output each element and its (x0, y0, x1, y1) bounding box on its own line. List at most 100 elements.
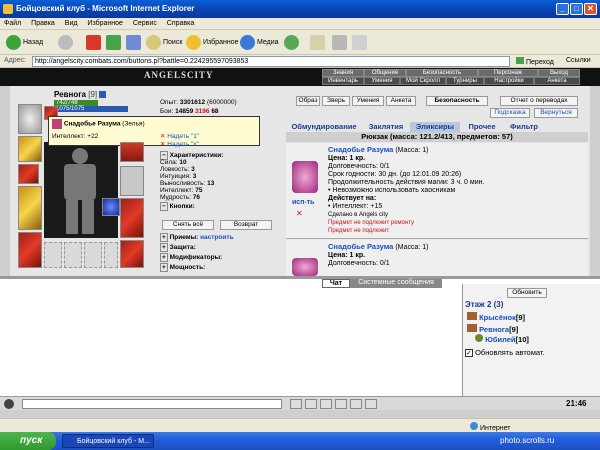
nav-security[interactable]: Безопасность (406, 69, 478, 77)
translit-icon[interactable] (320, 399, 332, 409)
user-row[interactable]: Крысёнок[9] (467, 312, 525, 322)
helmet-slot[interactable] (18, 104, 42, 134)
belt-slot-3[interactable] (84, 242, 102, 268)
nav-communication[interactable]: Общение (364, 69, 406, 77)
favorites-button[interactable]: Избранное (186, 34, 238, 51)
taskbar-item-browser[interactable]: Бойцовский клуб - M... (62, 434, 154, 448)
skills-button[interactable]: Умения (352, 96, 384, 106)
tab-filter[interactable]: Фильтр (504, 122, 544, 132)
tab-system-messages[interactable]: Системные сообщения (350, 279, 442, 288)
menu-favorites[interactable]: Избранное (87, 20, 122, 27)
tab-equipment[interactable]: Обмундирование (286, 122, 362, 132)
menu-file[interactable]: Файл (4, 20, 21, 27)
tricks-row[interactable]: + Приемы: настроить (160, 233, 234, 242)
history-icon (284, 35, 299, 50)
transfers-report-button[interactable]: Отчет о переводах (500, 96, 578, 106)
equip-set-2[interactable]: ✕ Надеть "х" (160, 140, 284, 148)
character-name[interactable]: Ревнога (54, 90, 86, 99)
item-details: Снадобье Разума (Масса: 1) Цена: 1 кр. Д… (328, 242, 429, 268)
hint-button[interactable]: Подсказка (490, 108, 530, 118)
media-button[interactable]: Медиа (240, 34, 279, 51)
tab-elixirs[interactable]: Эликсиры (410, 122, 460, 132)
gloves-slot[interactable] (120, 142, 144, 162)
home-button[interactable] (126, 34, 141, 51)
armor-slot[interactable] (18, 232, 42, 268)
nav-profile[interactable]: Анкета (534, 77, 580, 85)
shield-slot[interactable] (120, 166, 144, 196)
user-row[interactable]: Ревнога[9] (467, 324, 518, 334)
use-link[interactable]: исп-ть (292, 199, 315, 206)
mail-button[interactable] (310, 34, 325, 51)
menu-tools[interactable]: Сервис (133, 20, 157, 27)
character-silhouette (44, 142, 118, 238)
address-input[interactable]: http://angelscity.combats.com/buttons.pl… (32, 56, 510, 67)
image-button[interactable]: Образ (296, 96, 320, 106)
menu-view[interactable]: Вид (65, 20, 78, 27)
refresh-button[interactable] (106, 34, 121, 51)
protection-row[interactable]: + Защита: (160, 243, 196, 252)
belt-slot-4[interactable] (104, 242, 118, 268)
history-button[interactable] (284, 34, 299, 51)
modifiers-row[interactable]: + Модификаторы: (160, 253, 222, 262)
refresh-list-button[interactable]: Обновить (507, 288, 547, 298)
smile-icon[interactable] (290, 399, 302, 409)
ring-slot[interactable] (102, 198, 120, 216)
buttons-header[interactable]: − Кнопки: (160, 202, 284, 211)
auto-refresh-checkbox[interactable]: ✓ Обновлять автомат. (465, 348, 545, 357)
user-row[interactable]: Юбилей[10] (475, 334, 529, 344)
pants-slot[interactable] (120, 198, 144, 238)
menu-help[interactable]: Справка (167, 20, 194, 27)
info-icon[interactable] (99, 91, 107, 99)
nav-inventory[interactable]: Инвентарь (322, 77, 364, 85)
forward-button[interactable] (58, 34, 73, 51)
stats-header[interactable]: − Характеристики: (160, 151, 284, 160)
nav-scroll[interactable]: Мой Скролл (400, 77, 446, 85)
delete-icon[interactable]: ✕ (296, 209, 303, 218)
nav-character[interactable]: Персонаж (478, 69, 538, 77)
undress-all-button[interactable]: Снять всё (162, 220, 214, 230)
security-button[interactable]: Безопасность (426, 96, 488, 106)
weapon-slot[interactable] (18, 186, 42, 230)
chat-mode-icon[interactable] (4, 399, 14, 409)
go-button[interactable]: Переход (516, 57, 554, 66)
filter-icon[interactable] (335, 399, 347, 409)
close-button[interactable]: ✕ (584, 3, 597, 15)
nav-tournaments[interactable]: Турниры (446, 77, 484, 85)
item-name[interactable]: Снадобье Разума (328, 242, 393, 251)
maximize-button[interactable]: □ (570, 3, 583, 15)
back-link-button[interactable]: Вернуться (534, 108, 578, 118)
nav-settings[interactable]: Настройки (484, 77, 534, 85)
sound-icon[interactable] (350, 399, 362, 409)
print-button[interactable] (332, 34, 347, 51)
belt-slot-1[interactable] (44, 242, 62, 268)
chat-input[interactable] (22, 399, 282, 409)
equip-set-1[interactable]: ✕ Надеть "1" (160, 132, 284, 140)
boots-slot[interactable] (120, 240, 144, 268)
clear-icon[interactable] (305, 399, 317, 409)
configure-link[interactable]: настроить (200, 234, 233, 241)
pet-button[interactable]: Зверь (322, 96, 350, 106)
start-button[interactable]: пуск (0, 432, 56, 450)
stop-button[interactable] (86, 34, 101, 51)
belt-slot-2[interactable] (64, 242, 82, 268)
minimize-button[interactable]: _ (556, 3, 569, 15)
item-name[interactable]: Снадобье Разума (328, 145, 393, 154)
search-button[interactable]: Поиск (146, 34, 182, 51)
floor-title: Этаж 2 (3) (465, 300, 504, 309)
necklace-slot[interactable] (18, 136, 42, 162)
exit-icon[interactable] (365, 399, 377, 409)
nav-knowledge[interactable]: Знания (322, 69, 364, 77)
menu-edit[interactable]: Правка (31, 20, 55, 27)
return-button[interactable]: Возврат (220, 220, 272, 230)
power-row[interactable]: + Мощность: (160, 263, 205, 272)
profile-button[interactable]: Анкета (386, 96, 416, 106)
edit-button[interactable] (352, 34, 367, 51)
nav-skills[interactable]: Умения (364, 77, 400, 85)
tab-other[interactable]: Прочее (462, 122, 502, 132)
tab-chat[interactable]: Чат (322, 279, 350, 288)
nav-exit[interactable]: Выход (538, 69, 580, 77)
tab-spells[interactable]: Заклятия (362, 122, 410, 132)
back-button[interactable]: Назад (6, 34, 43, 51)
bracer-slot[interactable] (18, 164, 39, 184)
links-button[interactable]: Ссылки (566, 57, 591, 64)
